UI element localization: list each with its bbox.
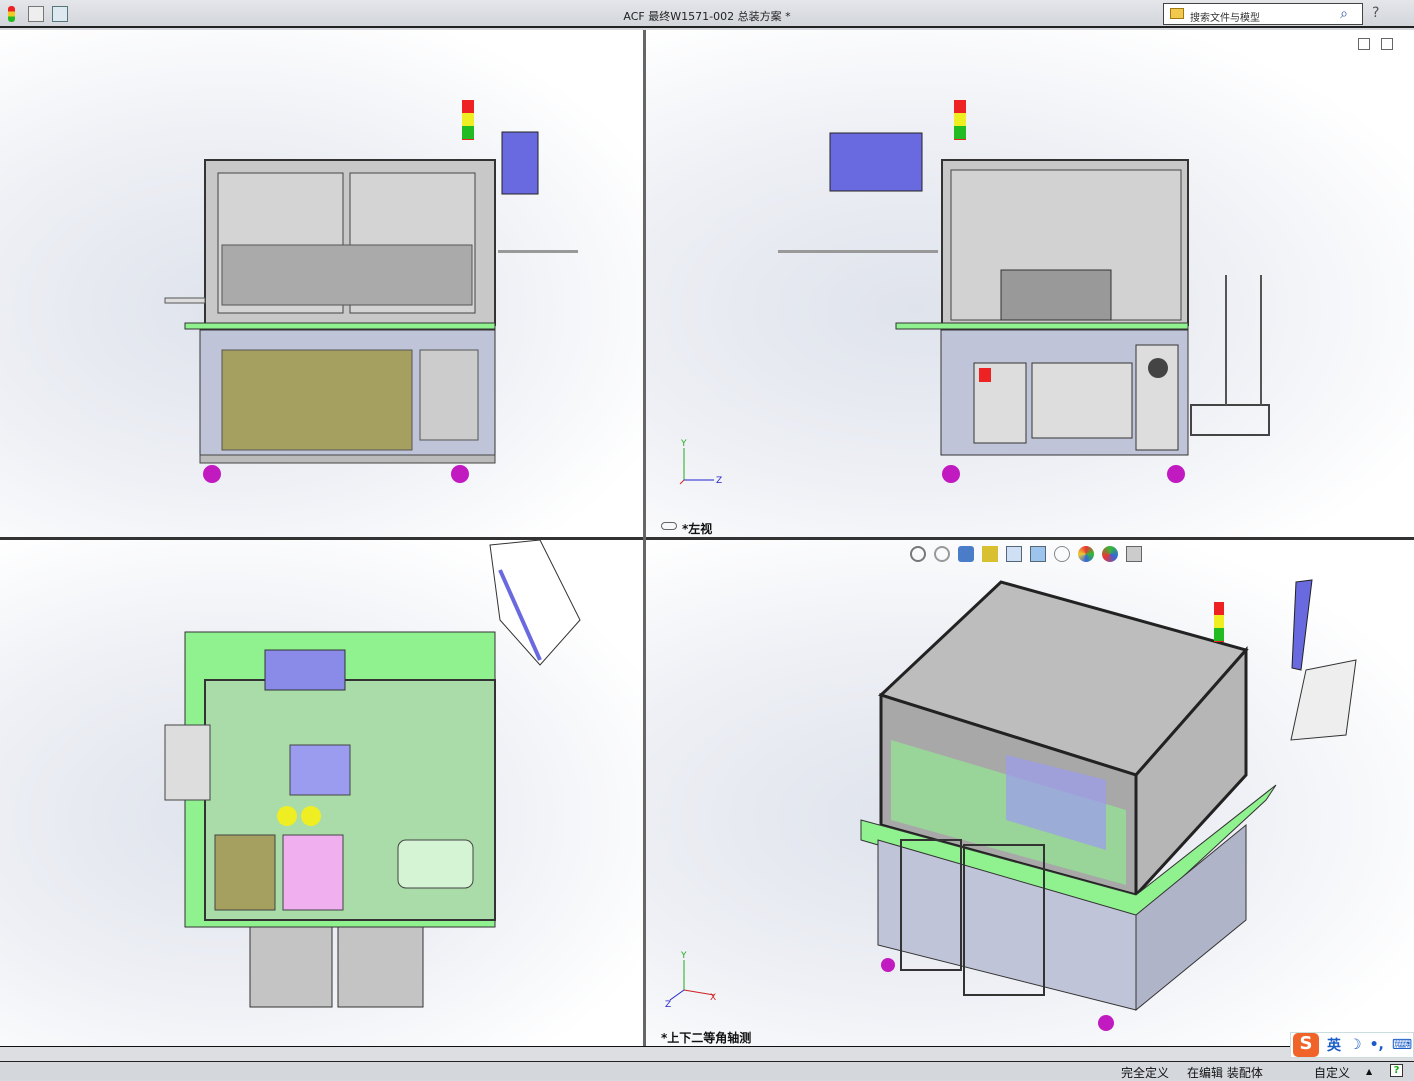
ime-punctuation-icon[interactable]: •, (1370, 1037, 1384, 1053)
units-up-arrow-icon[interactable]: ▲ (1366, 1067, 1372, 1076)
title-bar: ACF 最终W1571-002 总装方案 * 搜索文件与模型 ⌕ ? (0, 0, 1414, 28)
edit-appearance-icon[interactable] (1078, 546, 1094, 562)
status-bar: 完全定义 在编辑 装配体 自定义 ▲ ? (0, 1062, 1414, 1080)
viewport-splitter-vertical[interactable] (643, 30, 646, 1046)
model-left-view: Y Z (679, 100, 1270, 486)
display-style-icon[interactable] (1030, 546, 1046, 562)
folder-icon (1170, 8, 1184, 19)
viewport-front[interactable] (0, 30, 643, 537)
ime-language[interactable]: 英 (1327, 1035, 1341, 1055)
view-orientation-icon[interactable] (1006, 546, 1022, 562)
status-definition: 完全定义 (1121, 1066, 1170, 1080)
sogou-logo-icon[interactable]: S (1293, 1033, 1319, 1057)
axis-z-label: Z (716, 476, 722, 486)
split-view-icon[interactable] (1358, 38, 1370, 50)
axis-x-label-iso: X (710, 993, 716, 1003)
zoom-to-fit-icon[interactable] (910, 546, 926, 562)
ime-toolbar[interactable]: S 英 ☽ •, ⌨ (1290, 1032, 1414, 1058)
model-front-view (164, 100, 578, 483)
hide-show-icon[interactable] (1054, 546, 1070, 562)
view-label-left: *左视 (682, 522, 713, 536)
zoom-area-icon[interactable] (934, 546, 950, 562)
ime-halfwidth-icon[interactable]: ☽ (1349, 1037, 1362, 1053)
axis-z-label-iso: Z (665, 1000, 671, 1010)
search-icon[interactable]: ⌕ (1340, 6, 1348, 22)
model-top-view (164, 540, 581, 1008)
axis-y-label: Y (680, 439, 687, 449)
viewport-left[interactable]: Y Z *左视 (646, 30, 1414, 537)
split-view-icon-2[interactable] (1381, 38, 1393, 50)
help-icon[interactable]: ? (1372, 5, 1379, 21)
model-trimetric-view: Y X Z (665, 579, 1357, 1031)
status-editing: 在编辑 装配体 (1187, 1066, 1263, 1080)
previous-view-icon[interactable] (958, 546, 974, 562)
axis-y-label-iso: Y (680, 951, 687, 961)
search-placeholder: 搜索文件与模型 (1190, 13, 1260, 24)
section-view-icon[interactable] (982, 546, 998, 562)
view-settings-icon[interactable] (1126, 546, 1142, 562)
search-input[interactable]: 搜索文件与模型 ⌕ (1163, 3, 1363, 25)
ime-keyboard-icon[interactable]: ⌨ (1392, 1037, 1412, 1053)
viewport-trimetric[interactable]: Y X Z *上下二等角轴测 (646, 540, 1414, 1046)
help-icon-status[interactable]: ? (1390, 1064, 1403, 1077)
heads-up-toolbar (910, 546, 1142, 562)
apply-scene-icon[interactable] (1102, 546, 1118, 562)
status-units[interactable]: 自定义 (1314, 1064, 1350, 1081)
horizontal-scrollbar[interactable] (0, 1046, 1414, 1062)
viewport-splitter-horizontal[interactable] (0, 537, 1414, 540)
viewport-top[interactable] (0, 540, 643, 1046)
view-label-trimetric: *上下二等角轴测 (661, 1031, 752, 1045)
view-cube-icon (661, 522, 677, 530)
